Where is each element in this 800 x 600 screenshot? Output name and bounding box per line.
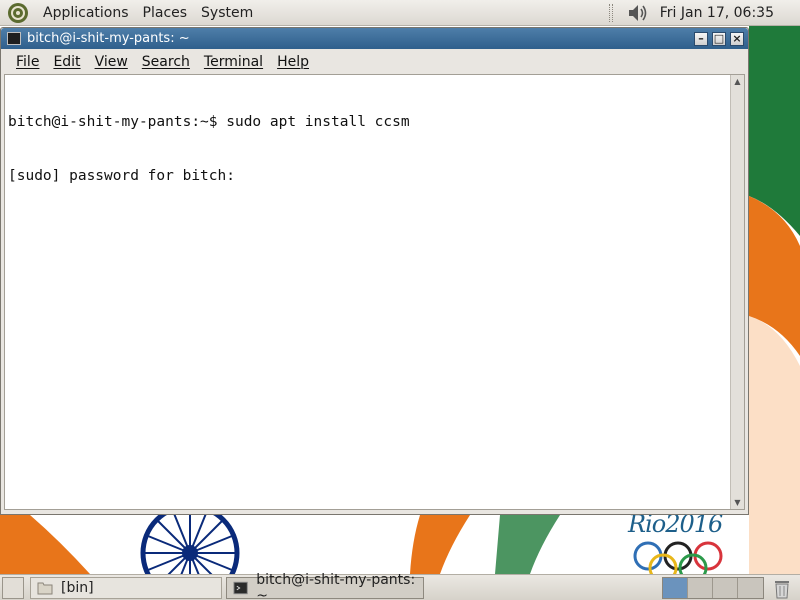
window-controls: – □ × [694, 31, 744, 46]
top-panel: Applications Places System Fri Jan 17, 0… [0, 0, 800, 26]
trash-icon[interactable] [772, 577, 792, 599]
menubar: File Edit View Search Terminal Help [1, 50, 748, 74]
places-menu[interactable]: Places [136, 0, 195, 26]
terminal-app-icon[interactable] [7, 32, 21, 45]
volume-icon[interactable] [626, 2, 650, 24]
window-title: bitch@i-shit-my-pants: ~ [27, 31, 190, 46]
system-menu[interactable]: System [194, 0, 260, 26]
menu-file[interactable]: File [9, 54, 46, 70]
taskbar-item-label: [bin] [61, 579, 94, 596]
terminal-output[interactable]: bitch@i-shit-my-pants:~$ sudo apt instal… [4, 74, 745, 510]
terminal-line: bitch@i-shit-my-pants:~$ sudo apt instal… [8, 114, 410, 130]
scroll-up-arrow-icon[interactable]: ▲ [731, 75, 744, 88]
clock[interactable]: Fri Jan 17, 06:35 [660, 5, 774, 21]
menu-view[interactable]: View [88, 54, 135, 70]
window-titlebar[interactable]: bitch@i-shit-my-pants: ~ – □ × [1, 28, 748, 49]
folder-icon [37, 582, 53, 594]
panel-handle[interactable] [606, 2, 618, 24]
workspace-4[interactable] [738, 577, 763, 598]
chakra-icon [140, 503, 240, 574]
scroll-down-arrow-icon[interactable]: ▼ [731, 496, 744, 509]
workspace-1[interactable] [663, 577, 688, 598]
maximize-button[interactable]: □ [712, 31, 726, 46]
show-desktop-button[interactable] [2, 576, 24, 599]
menu-edit[interactable]: Edit [46, 54, 87, 70]
applications-menu[interactable]: Applications [36, 0, 136, 26]
terminal-line: [sudo] password for bitch: [8, 168, 235, 184]
vertical-scrollbar[interactable]: ▲ ▼ [730, 75, 744, 509]
menu-search[interactable]: Search [135, 54, 197, 70]
ubuntu-logo-icon[interactable] [6, 1, 30, 25]
workspace-switcher [662, 576, 764, 599]
bottom-panel: [bin] bitch@i-shit-my-pants: ~ [0, 572, 800, 600]
menu-terminal[interactable]: Terminal [197, 54, 270, 70]
terminal-icon [233, 581, 248, 594]
close-button[interactable]: × [730, 31, 744, 46]
workspace-3[interactable] [713, 577, 738, 598]
minimize-button[interactable]: – [694, 31, 708, 46]
taskbar-item-terminal[interactable]: bitch@i-shit-my-pants: ~ [226, 572, 424, 600]
terminal-text: bitch@i-shit-my-pants:~$ sudo apt instal… [8, 77, 732, 221]
terminal-window: bitch@i-shit-my-pants: ~ – □ × File Edit… [0, 27, 749, 515]
taskbar-item-label: bitch@i-shit-my-pants: ~ [256, 571, 416, 600]
menu-help[interactable]: Help [270, 54, 316, 70]
taskbar-item-bin[interactable]: [bin] [30, 576, 222, 599]
panel-tray: Fri Jan 17, 06:35 [606, 0, 800, 26]
olympic-rings-icon [633, 541, 723, 574]
workspace-2[interactable] [688, 577, 713, 598]
